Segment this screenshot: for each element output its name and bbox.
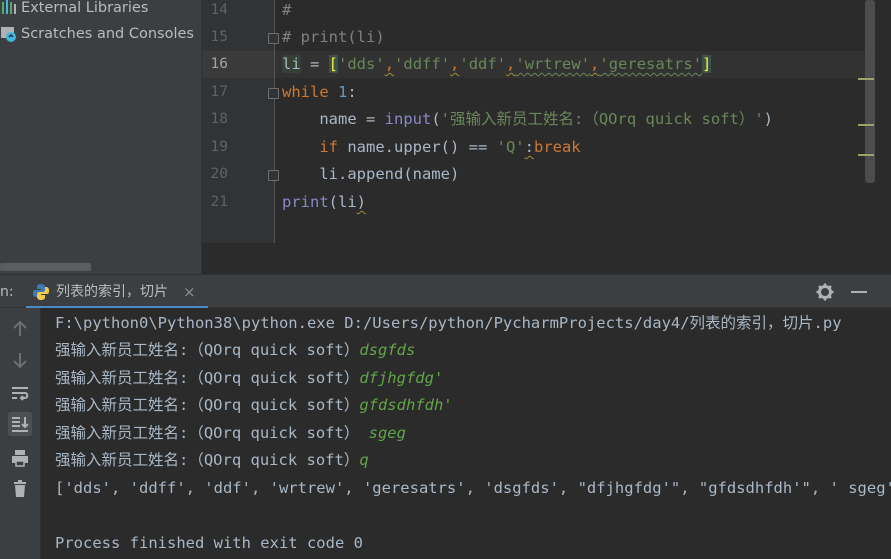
console-command-line: F:\python0\Python38\python.exe D:/Users/… <box>55 314 842 332</box>
soft-wrap-icon[interactable] <box>8 381 32 405</box>
code-line-21: print(li) <box>282 193 367 211</box>
run-console[interactable]: F:\python0\Python38\python.exe D:/Users/… <box>41 308 891 559</box>
close-tab-icon[interactable]: × <box>183 275 196 309</box>
line-number: 20 <box>210 166 228 182</box>
code-line-14: # <box>282 1 292 19</box>
tree-item-scratches[interactable]: Scratches and Consoles <box>0 22 194 46</box>
code-line-18: name = input('强输入新员工姓名:（QOrq quick soft）… <box>319 110 773 128</box>
warning-stripe-mark[interactable] <box>858 124 874 126</box>
line-number: 19 <box>210 139 228 155</box>
fold-marker-icon[interactable] <box>268 88 279 99</box>
run-tab-label: 列表的索引，切片 <box>56 284 168 300</box>
scratches-icon <box>0 25 20 43</box>
python-icon <box>32 283 50 301</box>
line-number: 16 <box>210 56 228 72</box>
tree-item-external-libraries[interactable]: External Libraries <box>0 0 148 20</box>
console-prompt-line: 强输入新员工姓名:（QOrq quick soft）dsgfds <box>55 341 416 359</box>
line-number: 21 <box>210 194 228 210</box>
code-editor[interactable]: 14 15 16 17 18 19 20 21 # # print(li) li… <box>202 0 891 274</box>
scroll-to-end-icon[interactable] <box>8 412 32 436</box>
line-number: 18 <box>210 111 228 127</box>
arrow-up-icon[interactable] <box>8 317 32 341</box>
console-prompt-line: 强输入新员工姓名:（QOrq quick soft） sgeg <box>55 424 406 442</box>
console-exit-line: Process finished with exit code 0 <box>55 534 363 552</box>
warning-stripe-mark[interactable] <box>858 154 874 156</box>
tree-item-label: Scratches and Consoles <box>21 26 194 42</box>
console-result-line: ['dds', 'ddff', 'ddf', 'wrtrew', 'geresa… <box>55 479 891 497</box>
line-number: 14 <box>210 2 228 18</box>
library-icon <box>0 0 20 17</box>
line-number: 17 <box>210 84 228 100</box>
console-prompt-line: 强输入新员工姓名:（QOrq quick soft）dfjhgfdg' <box>55 369 444 387</box>
code-line-15: # print(li) <box>282 28 385 46</box>
line-number: 15 <box>210 29 228 45</box>
warning-stripe-mark[interactable] <box>858 78 874 80</box>
ide-window: External Libraries Scratches and Console… <box>0 0 891 559</box>
sidebar-scrollbar[interactable] <box>0 263 91 271</box>
run-toolbar <box>0 308 41 559</box>
run-tab[interactable]: 列表的索引，切片 × <box>24 275 210 309</box>
console-prompt-line: 强输入新员工姓名:（QOrq quick soft）q <box>55 451 369 469</box>
arrow-down-icon[interactable] <box>8 348 32 372</box>
minimize-icon[interactable] <box>851 291 867 293</box>
print-icon[interactable] <box>8 446 32 470</box>
code-line-19: if name.upper() == 'Q':break <box>319 138 581 156</box>
project-tree: External Libraries Scratches and Console… <box>0 0 202 274</box>
fold-marker-icon[interactable] <box>268 170 279 181</box>
code-line-16: li = ['dds','ddff','ddf','wrtrew','geres… <box>282 55 712 73</box>
code-line-20: li.append(name) <box>319 165 460 183</box>
fold-marker-icon[interactable] <box>268 33 279 44</box>
console-prompt-line: 强输入新员工姓名:（QOrq quick soft）gfdsdhfdh' <box>55 396 453 414</box>
trash-icon[interactable] <box>8 477 32 501</box>
run-tool-window-header: n: 列表的索引，切片 × <box>0 274 891 309</box>
tree-item-label: External Libraries <box>21 0 149 16</box>
gear-icon[interactable] <box>816 283 834 301</box>
run-window-label: n: <box>0 284 14 300</box>
code-line-17: while 1: <box>282 83 357 101</box>
